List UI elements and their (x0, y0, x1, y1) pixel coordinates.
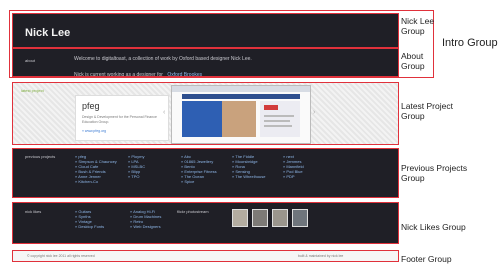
intro-group-outline (9, 10, 434, 78)
latest-project-group-label: Latest Project Group (401, 101, 453, 121)
previous-projects-group-outline (12, 148, 399, 198)
footer-group-label: Footer Group (401, 254, 452, 264)
intro-group-label: Intro Group (442, 37, 498, 49)
footer-group-outline (12, 250, 399, 262)
about-group-label: About Group (401, 51, 425, 71)
previous-projects-group-label: Previous Projects Group (401, 163, 468, 183)
nick-likes-group-outline (12, 202, 399, 244)
latest-project-group-outline (12, 82, 399, 145)
nick-lee-group-label: Nick Lee Group (401, 16, 435, 36)
nick-likes-group-label: Nick Likes Group (401, 222, 466, 232)
